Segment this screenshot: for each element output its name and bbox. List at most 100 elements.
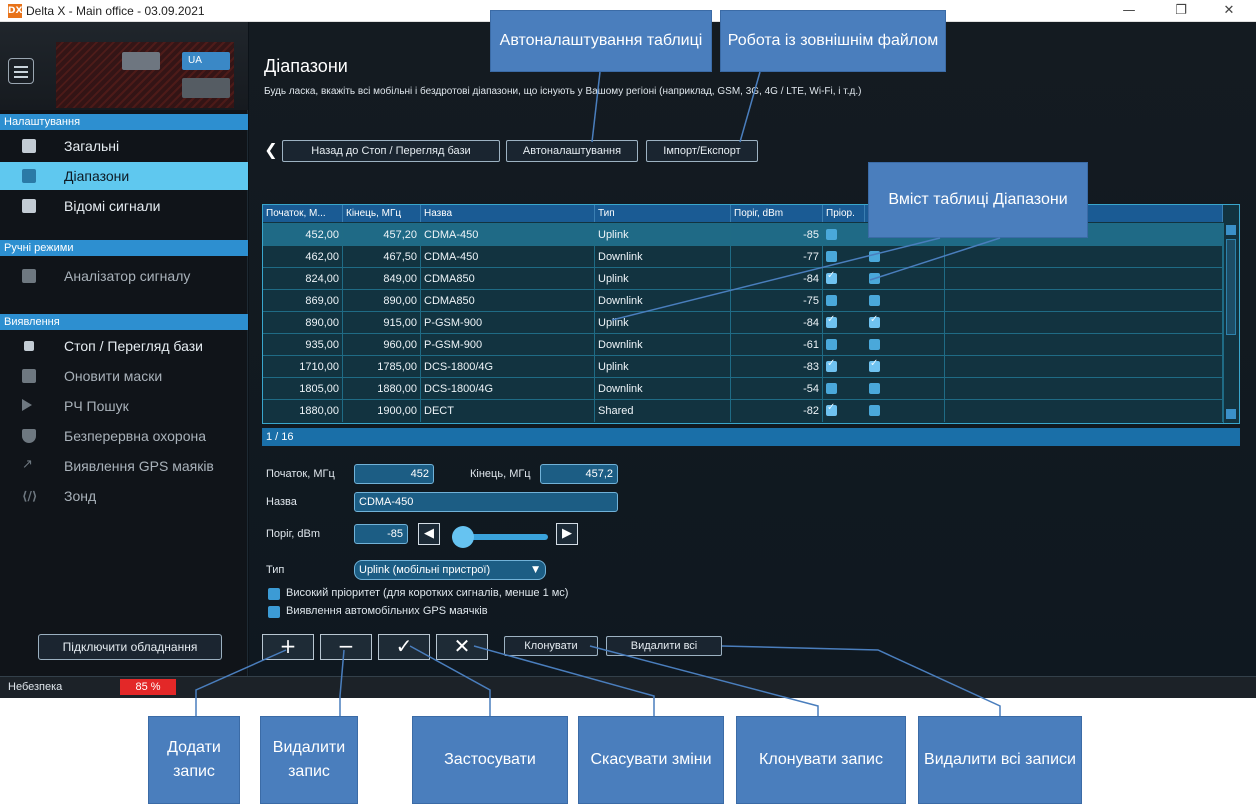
priority-checkbox-cell[interactable] [826, 402, 837, 416]
decrease-threshold-button[interactable]: ◀ [418, 523, 440, 545]
menu-icon[interactable] [8, 58, 34, 84]
type-select[interactable]: Uplink (мобільні пристрої) ▼ [354, 560, 546, 580]
table-row[interactable]: 1710,00 1785,00 DCS-1800/4G Uplink -83 [263, 355, 1223, 378]
delete-record-button[interactable]: − [320, 634, 372, 660]
col-type[interactable]: Тип [595, 205, 731, 222]
table-row[interactable]: 1880,00 1900,00 DECT Shared -82 [263, 399, 1223, 422]
priority-checkbox-cell[interactable] [826, 295, 837, 306]
apply-button[interactable]: ✓ [378, 634, 430, 660]
col-priority[interactable]: Пріор. [823, 205, 865, 222]
gps-checkbox-cell[interactable] [869, 405, 880, 416]
col-name[interactable]: Назва [421, 205, 595, 222]
sidebar-item-stop-view-db[interactable]: Стоп / Перегляд бази [0, 332, 248, 360]
gps-checkbox-cell[interactable] [869, 358, 880, 372]
sidebar-item-general[interactable]: Загальні [0, 132, 248, 160]
danger-level-badge: 85 % [120, 679, 176, 695]
cell-type: Shared [595, 400, 731, 422]
import-export-button[interactable]: Імпорт/Експорт [646, 140, 758, 162]
back-to-stop-button[interactable]: Назад до Стоп / Перегляд бази [282, 140, 500, 162]
table-row[interactable]: 1805,00 1880,00 DCS-1800/4G Downlink -54 [263, 377, 1223, 400]
sidebar-item-gps-beacons[interactable]: ↗ Виявлення GPS маяків [0, 452, 248, 480]
gps-checkbox-cell[interactable] [869, 273, 880, 284]
col-threshold[interactable]: Поріг, dBm [731, 205, 823, 222]
priority-checkbox[interactable] [268, 588, 280, 600]
back-arrow-icon[interactable]: ❮ [262, 140, 280, 162]
priority-checkbox-cell[interactable] [826, 383, 837, 394]
cell-divider [945, 378, 1223, 400]
cell-name: P-GSM-900 [421, 312, 595, 334]
table-row[interactable]: 869,00 890,00 CDMA850 Downlink -75 [263, 289, 1223, 312]
priority-checkbox-cell[interactable] [826, 270, 837, 284]
cell-start: 869,00 [263, 290, 343, 312]
gps-checkbox-cell[interactable] [869, 251, 880, 262]
cell-thr: -61 [731, 334, 823, 356]
device-icon[interactable] [122, 52, 160, 70]
priority-checkbox-cell[interactable] [826, 358, 837, 372]
connect-hardware-button[interactable]: Підключити обладнання [38, 634, 222, 660]
section-header-detection: Виявлення [0, 314, 248, 330]
chip-icon[interactable] [182, 78, 230, 98]
auto-setup-button[interactable]: Автоналаштування [506, 140, 638, 162]
table-row[interactable]: 462,00 467,50 CDMA-450 Downlink -77 [263, 245, 1223, 268]
col-end[interactable]: Кінець, МГц [343, 205, 421, 222]
sidebar-item-continuous-guard[interactable]: Безперервна охорона [0, 422, 248, 450]
name-input[interactable]: CDMA-450 [354, 492, 618, 512]
minimize-button[interactable]: — [1114, 2, 1144, 20]
threshold-input[interactable]: -85 [354, 524, 408, 544]
sidebar-item-label: Оновити маски [64, 368, 163, 384]
priority-checkbox-cell[interactable] [826, 229, 837, 240]
col-start[interactable]: Початок, М... [263, 205, 343, 222]
gps-checkbox-cell[interactable] [869, 314, 880, 328]
clone-button[interactable]: Клонувати [504, 636, 598, 656]
play-icon [22, 399, 32, 411]
sidebar-item-update-masks[interactable]: Оновити маски [0, 362, 248, 390]
cell-thr: -84 [731, 312, 823, 334]
scroll-down-icon[interactable] [1226, 409, 1236, 419]
sidebar-item-known-signals[interactable]: Відомі сигнали [0, 192, 248, 220]
app-window: UA Налаштування Загальні Діапазони Відом… [0, 22, 1256, 698]
cell-start: 462,00 [263, 246, 343, 268]
cell-thr: -83 [731, 356, 823, 378]
language-select[interactable]: UA [182, 52, 230, 70]
priority-checkbox-cell[interactable] [826, 339, 837, 350]
sidebar-item-label: Аналізатор сигналу [64, 268, 191, 284]
callout-delete-record: Видалити запис [260, 716, 358, 804]
sidebar-item-rf-search[interactable]: РЧ Пошук [0, 392, 248, 420]
cell-name: CDMA-450 [421, 246, 595, 268]
scroll-thumb[interactable] [1226, 239, 1236, 335]
cell-end: 467,50 [343, 246, 421, 268]
sidebar-item-label: Загальні [64, 138, 120, 154]
gps-checkbox-cell[interactable] [869, 383, 880, 394]
sidebar-item-label: Безперервна охорона [64, 428, 207, 444]
sidebar-item-label: Діапазони [64, 168, 130, 184]
increase-threshold-button[interactable]: ▶ [556, 523, 578, 545]
callout-auto-table: Автоналаштування таблиці [490, 10, 712, 72]
threshold-slider-knob[interactable] [452, 526, 474, 548]
priority-checkbox-cell[interactable] [826, 251, 837, 262]
gps-checkbox[interactable] [268, 606, 280, 618]
sidebar-item-probe[interactable]: ⟨/⟩ Зонд [0, 482, 248, 510]
sidebar-item-ranges[interactable]: Діапазони [0, 162, 248, 190]
table-row[interactable]: 935,00 960,00 P-GSM-900 Downlink -61 [263, 333, 1223, 356]
sidebar-item-label: РЧ Пошук [64, 398, 129, 414]
scroll-up-icon[interactable] [1226, 225, 1236, 235]
start-input[interactable]: 452 [354, 464, 434, 484]
sidebar-item-signal-analyzer[interactable]: Аналізатор сигналу [0, 262, 248, 290]
cell-end: 457,20 [343, 224, 421, 246]
gps-checkbox-cell[interactable] [869, 339, 880, 350]
delete-all-button[interactable]: Видалити всі [606, 636, 722, 656]
cancel-button[interactable]: ✕ [436, 634, 488, 660]
close-button[interactable]: ✕ [1214, 2, 1244, 20]
end-input[interactable]: 457,2 [540, 464, 618, 484]
callout-table-content: Вміст таблиці Діапазони [868, 162, 1088, 238]
gps-checkbox-cell[interactable] [869, 295, 880, 306]
callout-clone-record: Клонувати запис [736, 716, 906, 804]
cell-start: 890,00 [263, 312, 343, 334]
maximize-button[interactable]: ❐ [1166, 2, 1196, 20]
table-row[interactable]: 824,00 849,00 CDMA850 Uplink -84 [263, 267, 1223, 290]
priority-checkbox-cell[interactable] [826, 314, 837, 328]
add-record-button[interactable]: + [262, 634, 314, 660]
table-row[interactable]: 890,00 915,00 P-GSM-900 Uplink -84 [263, 311, 1223, 334]
cell-type: Uplink [595, 356, 731, 378]
page-subtitle: Будь ласка, вкажіть всі мобільні і бездр… [264, 86, 862, 97]
